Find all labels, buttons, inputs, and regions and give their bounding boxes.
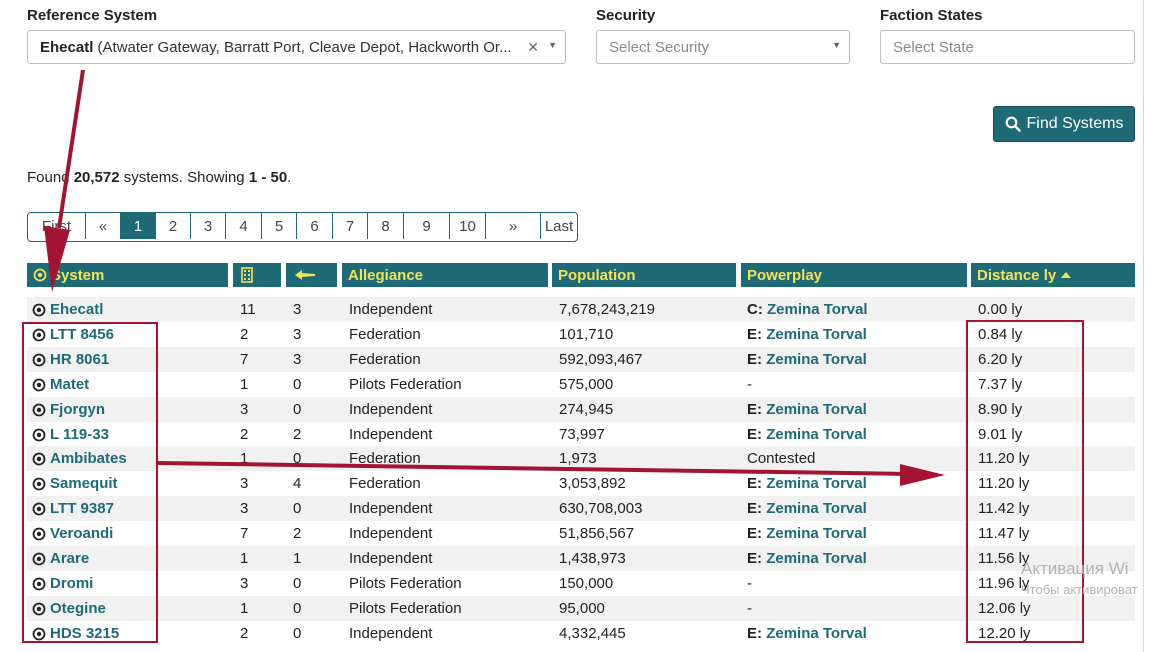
activation-watermark-title: Активация Wi [1021,559,1129,578]
activation-watermark-subtitle: Чтобы активироват [1021,582,1138,597]
annotation-arrowhead-down [44,226,70,292]
annotation-arrow-down [57,69,85,229]
annotation-arrowhead-right [900,464,945,486]
annotation-arrows [44,69,945,486]
annotation-arrow-right [157,461,913,476]
